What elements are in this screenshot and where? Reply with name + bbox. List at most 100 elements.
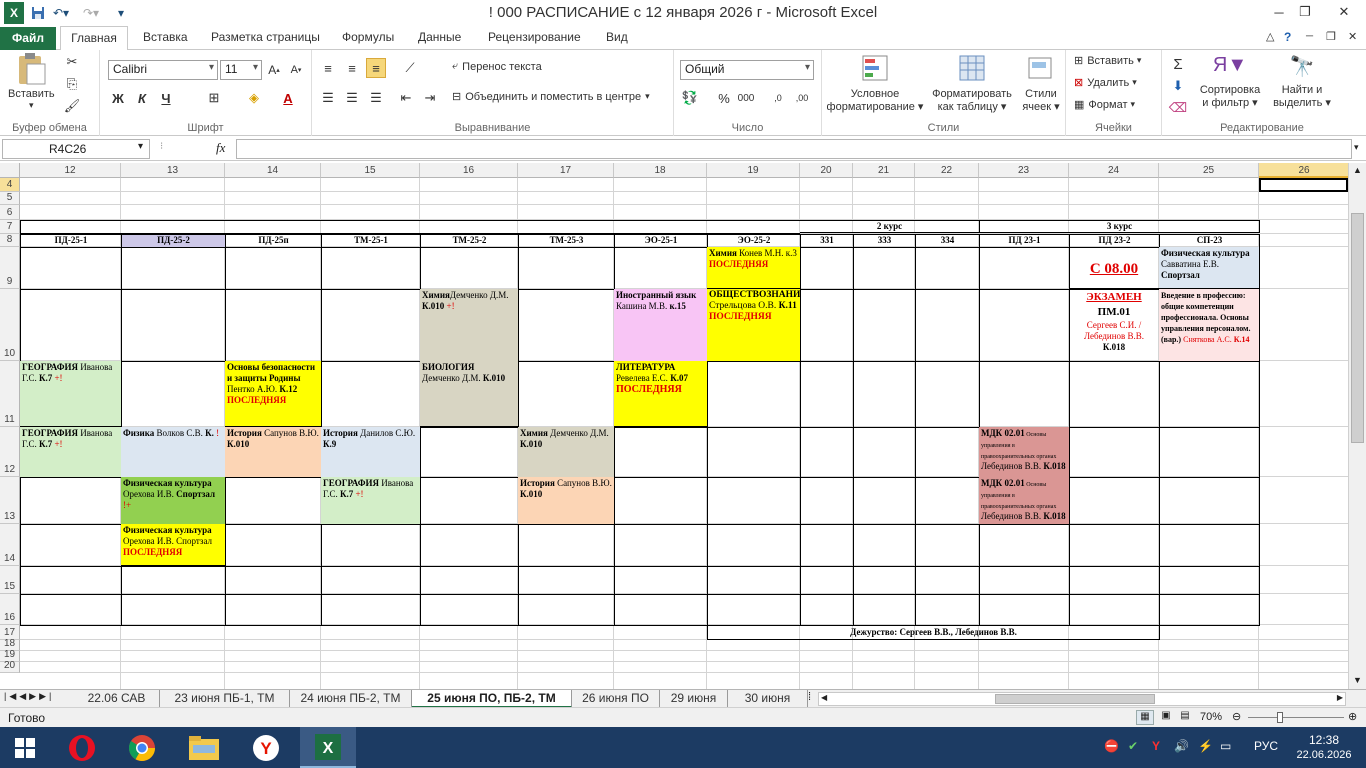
- schedule-cell[interactable]: [1069, 594, 1160, 626]
- sheet-tab[interactable]: 24 июня ПБ-2, ТМ: [290, 690, 412, 708]
- cell-r12-pd251[interactable]: ГЕОГРАФИЯ Иванова Г.С. К.7 +!: [20, 427, 122, 478]
- zoom-in-icon[interactable]: ⊕: [1348, 710, 1357, 723]
- sort-filter-button[interactable]: Я▼ Сортировка и фильтр ▾: [1198, 54, 1262, 109]
- doc-restore-icon[interactable]: ❐: [1322, 26, 1340, 50]
- increase-decimal-icon[interactable]: ,0: [768, 88, 788, 108]
- vertical-scrollbar[interactable]: ▲ ▼: [1348, 163, 1366, 689]
- find-select-button[interactable]: 🔭 Найти и выделить ▾: [1268, 54, 1336, 109]
- cell-r11-pd25p[interactable]: Основы безопасности и защиты Родины Пент…: [225, 361, 322, 427]
- file-explorer-icon[interactable]: [176, 727, 232, 768]
- schedule-cell[interactable]: [707, 594, 801, 626]
- copy-icon[interactable]: ⎘: [62, 74, 82, 94]
- tab-page-layout[interactable]: Разметка страницы: [207, 26, 324, 50]
- tab-data[interactable]: Данные: [414, 26, 465, 50]
- schedule-cell[interactable]: [121, 361, 226, 428]
- group-header[interactable]: ЭО-25-2: [707, 234, 801, 248]
- align-left-icon[interactable]: ☰: [318, 88, 338, 108]
- schedule-cell[interactable]: [1069, 427, 1160, 478]
- schedule-cell[interactable]: [1069, 477, 1160, 525]
- align-middle-icon[interactable]: ≡: [342, 58, 362, 78]
- column-header[interactable]: 15: [321, 163, 420, 178]
- scroll-left-icon[interactable]: ◀: [821, 693, 827, 702]
- percent-icon[interactable]: %: [714, 88, 734, 108]
- increase-indent-icon[interactable]: ⇥: [420, 88, 440, 108]
- doc-minimize-icon[interactable]: ─: [1302, 26, 1317, 50]
- cell-r11-eo251[interactable]: ЛИТЕРАТУРА Ревелева Е.С. К.07 ПОСЛЕДНЯЯ: [614, 361, 708, 427]
- schedule-cell[interactable]: [1159, 566, 1260, 595]
- schedule-cell[interactable]: [979, 594, 1070, 626]
- group-header[interactable]: 334: [915, 234, 980, 248]
- schedule-cell[interactable]: [800, 524, 854, 567]
- schedule-cell[interactable]: [1159, 524, 1260, 567]
- insert-cells-button[interactable]: ⊞ Вставить ▾: [1074, 54, 1141, 68]
- schedule-cell[interactable]: [20, 524, 122, 567]
- font-color-icon[interactable]: A: [278, 88, 298, 108]
- schedule-cell[interactable]: [225, 594, 322, 626]
- cell-r11-tm252[interactable]: БИОЛОГИЯ Демченко Д.М. К.010: [420, 361, 519, 427]
- schedule-cell[interactable]: [20, 594, 122, 626]
- align-center-icon[interactable]: ☰: [342, 88, 362, 108]
- schedule-cell[interactable]: [225, 477, 322, 525]
- group-header[interactable]: ПД-25-1: [20, 234, 122, 248]
- schedule-cell[interactable]: [614, 427, 708, 478]
- schedule-cell[interactable]: [518, 247, 615, 290]
- opera-icon[interactable]: [54, 727, 110, 768]
- normal-view-icon[interactable]: ▦: [1136, 710, 1154, 725]
- scroll-down-icon[interactable]: ▼: [1353, 675, 1362, 685]
- sheet-tab[interactable]: 29 июня: [660, 690, 728, 708]
- cell-r12-tm253[interactable]: Химия Демченко Д.М. К.010: [518, 427, 615, 478]
- schedule-cell[interactable]: [20, 247, 122, 290]
- schedule-cell[interactable]: [853, 289, 916, 362]
- schedule-cell[interactable]: [707, 566, 801, 595]
- schedule-cell[interactable]: [707, 427, 801, 478]
- sheet-tab[interactable]: 23 июня ПБ-1, ТМ: [160, 690, 290, 708]
- autosum-icon[interactable]: Σ: [1168, 54, 1188, 74]
- schedule-cell[interactable]: [979, 361, 1070, 428]
- row-header[interactable]: 10: [0, 289, 20, 361]
- clock-time[interactable]: 12:38: [1296, 733, 1352, 747]
- chrome-icon[interactable]: [114, 727, 170, 768]
- decrease-indent-icon[interactable]: ⇤: [396, 88, 416, 108]
- schedule-cell[interactable]: [915, 289, 980, 362]
- schedule-cell[interactable]: [225, 524, 322, 567]
- schedule-cell[interactable]: [800, 247, 854, 290]
- column-header[interactable]: 17: [518, 163, 614, 178]
- column-header[interactable]: 22: [915, 163, 979, 178]
- font-size-combo[interactable]: 11: [220, 60, 262, 80]
- row-header[interactable]: 12: [0, 427, 20, 477]
- schedule-cell[interactable]: [1159, 477, 1260, 525]
- cell-r13-pd252[interactable]: Физическая культура Орехова И.В. Спортза…: [121, 477, 226, 525]
- schedule-cell[interactable]: [800, 361, 854, 428]
- tab-insert[interactable]: Вставка: [139, 26, 192, 50]
- group-header[interactable]: СП-23: [1159, 234, 1260, 248]
- merge-center-button[interactable]: ⊟ Объединить и поместить в центре ▾: [452, 90, 650, 104]
- schedule-cell[interactable]: [979, 524, 1070, 567]
- schedule-cell[interactable]: [853, 477, 916, 525]
- schedule-cell[interactable]: [225, 566, 322, 595]
- row-header[interactable]: 8: [0, 234, 20, 247]
- schedule-cell[interactable]: [321, 594, 421, 626]
- tab-split-icon[interactable]: ⁞: [808, 691, 811, 703]
- clear-icon[interactable]: ⌫: [1168, 98, 1188, 118]
- schedule-cell[interactable]: [853, 247, 916, 290]
- grow-font-icon[interactable]: A ▴: [264, 60, 284, 80]
- schedule-cell[interactable]: [1159, 594, 1260, 626]
- schedule-cell[interactable]: [121, 247, 226, 290]
- row-header[interactable]: 9: [0, 247, 20, 289]
- cell-r10-pd232[interactable]: ЭКЗАМЕН ПМ.01 Сергеев С.И. /Лебединов В.В.…: [1069, 289, 1160, 362]
- cell-r9-pd232[interactable]: С 08.00: [1069, 247, 1160, 289]
- cell-r12-tm251[interactable]: История Данилов С.Ю. К.9: [321, 427, 421, 478]
- group-header[interactable]: ТМ-25-1: [321, 234, 421, 248]
- font-name-combo[interactable]: Calibri: [108, 60, 218, 80]
- schedule-cell[interactable]: [420, 594, 519, 626]
- column-header[interactable]: 19: [707, 163, 800, 178]
- ribbon-minimize-icon[interactable]: △: [1262, 26, 1278, 50]
- schedule-cell[interactable]: [800, 427, 854, 478]
- formula-bar-splitter-icon[interactable]: ⁝: [160, 141, 163, 152]
- cut-icon[interactable]: ✂: [62, 52, 82, 72]
- group-header[interactable]: ЭО-25-1: [614, 234, 708, 248]
- schedule-cell[interactable]: [420, 247, 519, 290]
- schedule-cell[interactable]: [225, 289, 322, 362]
- yandex-browser-icon[interactable]: Y: [238, 727, 294, 768]
- tab-formulas[interactable]: Формулы: [338, 26, 398, 50]
